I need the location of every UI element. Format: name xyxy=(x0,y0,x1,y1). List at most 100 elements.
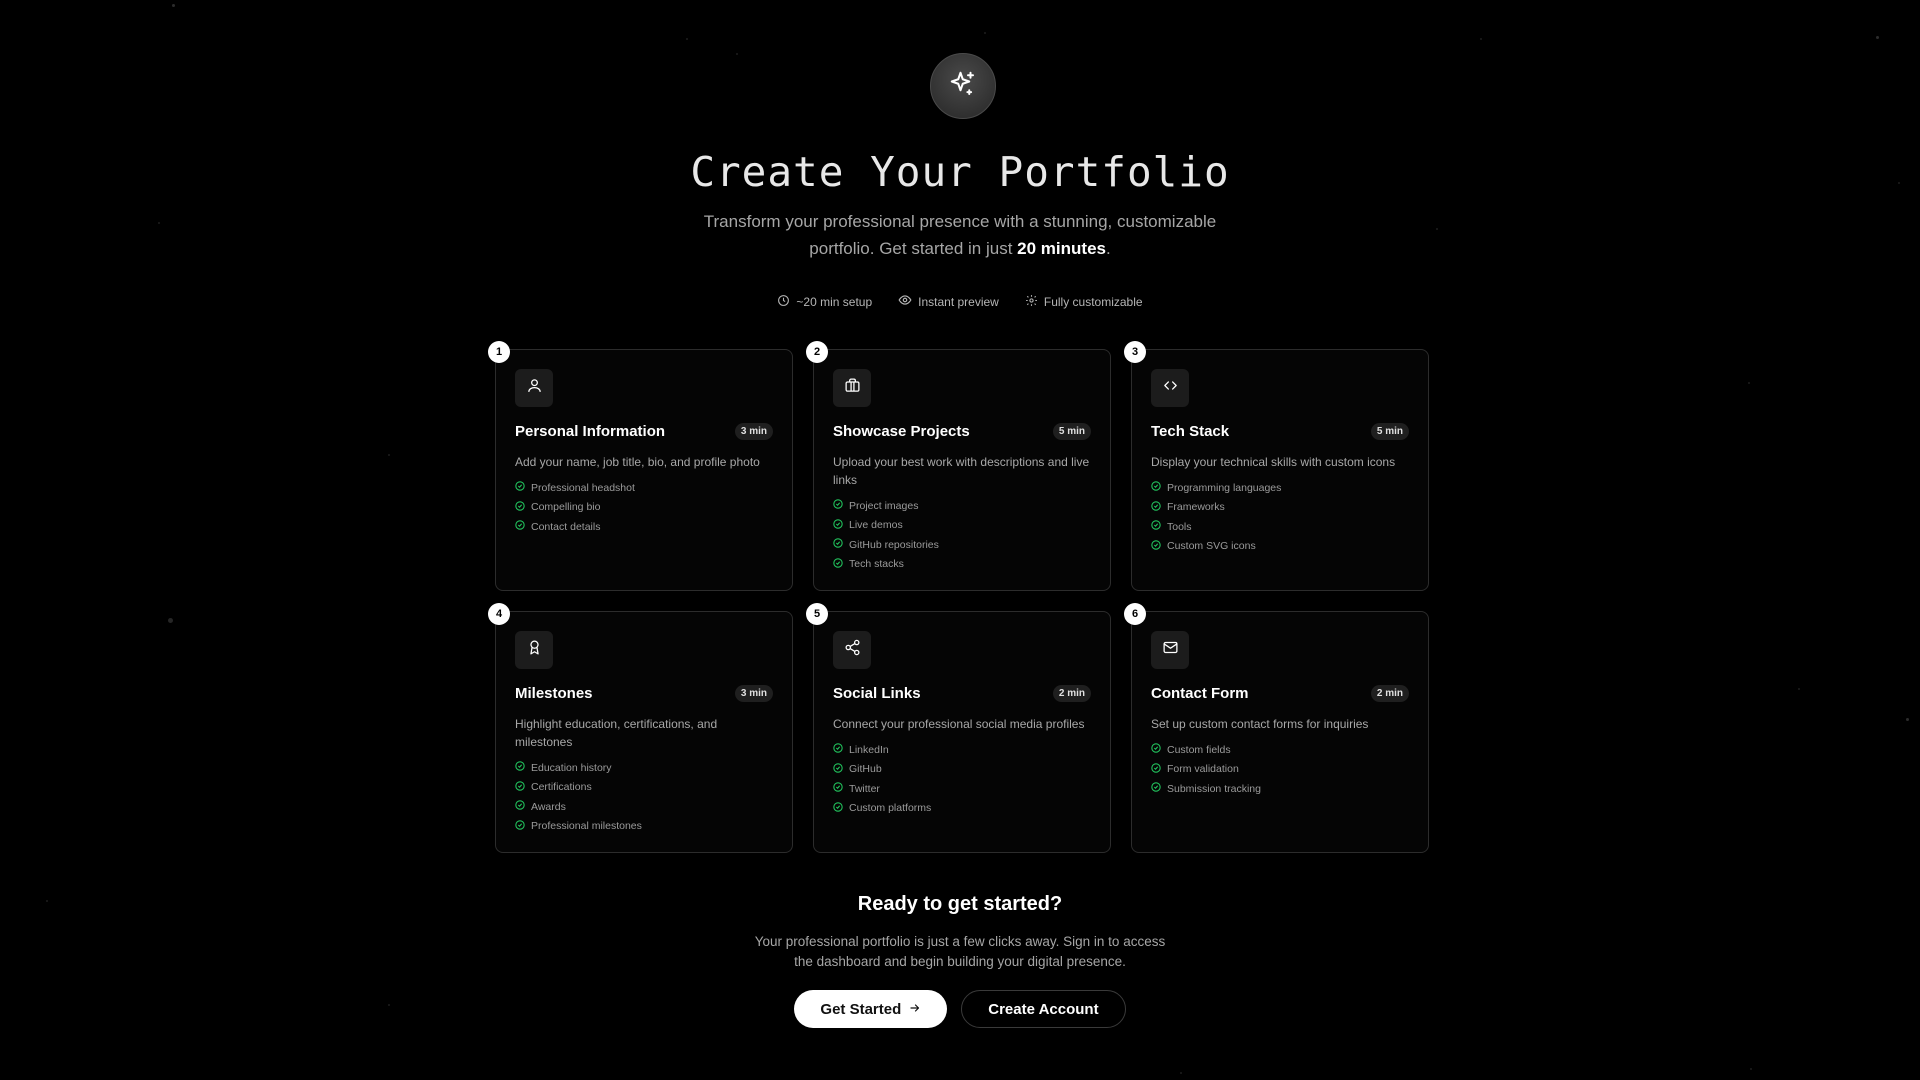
step-time-badge: 2 min xyxy=(1052,685,1091,702)
feature-item: Form validation xyxy=(1151,760,1409,780)
feature-label: Programming languages xyxy=(1167,481,1282,494)
feature-label: Compelling bio xyxy=(531,501,601,514)
feature-item: GitHub xyxy=(833,760,1091,780)
check-circle-icon xyxy=(515,761,525,774)
step-card-showcase-projects[interactable]: 2 Showcase Projects 5 min Upload your be… xyxy=(806,341,1111,591)
step-description: Set up custom contact forms for inquirie… xyxy=(1151,717,1369,731)
step-description: Highlight education, certifications, and… xyxy=(515,717,718,749)
step-card-personal-information[interactable]: 1 Personal Information 3 min Add your na… xyxy=(488,341,793,591)
step-description: Connect your professional social media p… xyxy=(833,717,1085,731)
feature-label: Tech stacks xyxy=(849,558,904,571)
create-account-button[interactable]: Create Account xyxy=(961,990,1126,1028)
feature-item: Tech stacks xyxy=(833,555,1091,575)
feature-list: Programming languages Frameworks Tools C… xyxy=(1151,478,1409,556)
eye-icon xyxy=(898,293,912,310)
check-circle-icon xyxy=(1151,743,1161,756)
sparkles-icon xyxy=(948,69,978,104)
feature-item: Custom SVG icons xyxy=(1151,537,1409,557)
feature-list: Project images Live demos GitHub reposit… xyxy=(833,496,1091,574)
feature-item: Custom platforms xyxy=(833,799,1091,819)
step-icon-box xyxy=(833,369,871,407)
feature-label: GitHub repositories xyxy=(849,538,939,551)
feature-label: Education history xyxy=(531,761,612,774)
feature-label: Tools xyxy=(1167,520,1192,533)
briefcase-icon xyxy=(844,377,861,399)
step-card-social-links[interactable]: 5 Social Links 2 min Connect your profes… xyxy=(806,603,1111,853)
feature-item: LinkedIn xyxy=(833,740,1091,760)
check-circle-icon xyxy=(515,800,525,813)
feature-item: Compelling bio xyxy=(515,498,773,518)
check-circle-icon xyxy=(515,520,525,533)
step-number-badge: 5 xyxy=(806,603,828,625)
feature-list: Custom fields Form validation Submission… xyxy=(1151,740,1409,799)
step-title: Tech Stack xyxy=(1151,423,1230,440)
step-title: Social Links xyxy=(833,685,921,702)
subtitle-tail: . xyxy=(1105,239,1111,258)
get-started-button[interactable]: Get Started xyxy=(794,990,948,1028)
subtitle-emphasis: 20 minutes xyxy=(1017,239,1106,258)
feature-item: Custom fields xyxy=(1151,740,1409,760)
feature-label: Contact details xyxy=(531,520,601,533)
step-card-milestones[interactable]: 4 Milestones 3 min Highlight education, … xyxy=(488,603,793,853)
step-time-badge: 2 min xyxy=(1370,685,1409,702)
feature-list: Professional headshot Compelling bio Con… xyxy=(515,478,773,537)
user-icon xyxy=(526,377,543,399)
step-time-badge: 3 min xyxy=(734,423,773,440)
subtitle-lead: Transform your professional presence wit… xyxy=(703,212,1217,258)
meta-customizable: Fully customizable xyxy=(1025,293,1143,310)
step-title: Contact Form xyxy=(1151,685,1249,702)
step-time-badge: 5 min xyxy=(1370,423,1409,440)
check-circle-icon xyxy=(1151,501,1161,514)
feature-label: Custom SVG icons xyxy=(1167,540,1256,553)
page-subtitle: Transform your professional presence wit… xyxy=(680,208,1240,262)
award-icon xyxy=(526,639,543,661)
step-icon-box xyxy=(1151,631,1189,669)
step-time-badge: 5 min xyxy=(1052,423,1091,440)
feature-list: LinkedIn GitHub Twitter Custom platforms xyxy=(833,740,1091,818)
feature-item: Twitter xyxy=(833,779,1091,799)
step-card-contact-form[interactable]: 6 Contact Form 2 min Set up custom conta… xyxy=(1124,603,1429,853)
check-circle-icon xyxy=(833,499,843,512)
feature-list: Education history Certifications Awards … xyxy=(515,758,773,836)
feature-label: Custom platforms xyxy=(849,802,932,815)
check-circle-icon xyxy=(515,481,525,494)
feature-item: Submission tracking xyxy=(1151,779,1409,799)
check-circle-icon xyxy=(833,743,843,756)
step-icon-box xyxy=(1151,369,1189,407)
check-circle-icon xyxy=(515,820,525,833)
feature-label: Project images xyxy=(849,499,919,512)
arrow-right-icon xyxy=(909,1001,921,1018)
meta-instant-preview: Instant preview xyxy=(898,293,999,310)
check-circle-icon xyxy=(1151,481,1161,494)
step-number-badge: 1 xyxy=(488,341,510,363)
feature-label: Professional headshot xyxy=(531,481,635,494)
feature-item: Frameworks xyxy=(1151,498,1409,518)
feature-label: Submission tracking xyxy=(1167,782,1261,795)
feature-label: Frameworks xyxy=(1167,501,1225,514)
step-number-badge: 2 xyxy=(806,341,828,363)
meta-row: ~20 min setup Instant preview Fully cust… xyxy=(0,293,1920,310)
cta-buttons: Get Started Create Account xyxy=(0,990,1920,1028)
feature-item: Certifications xyxy=(515,778,773,798)
step-icon-box xyxy=(515,369,553,407)
feature-label: GitHub xyxy=(849,763,882,776)
check-circle-icon xyxy=(833,802,843,815)
cta-text: Your professional portfolio is just a fe… xyxy=(754,934,1166,969)
step-title: Milestones xyxy=(515,685,593,702)
check-circle-icon xyxy=(833,763,843,776)
steps-grid: 1 Personal Information 3 min Add your na… xyxy=(488,341,1430,853)
feature-label: Awards xyxy=(531,800,566,813)
meta-label: ~20 min setup xyxy=(796,294,873,309)
get-started-label: Get Started xyxy=(820,1000,902,1018)
step-title: Personal Information xyxy=(515,423,666,440)
check-circle-icon xyxy=(833,782,843,795)
feature-label: Certifications xyxy=(531,781,592,794)
feature-item: Contact details xyxy=(515,517,773,537)
check-circle-icon xyxy=(833,519,843,532)
feature-item: Professional headshot xyxy=(515,478,773,498)
feature-item: Education history xyxy=(515,758,773,778)
feature-item: Live demos xyxy=(833,516,1091,536)
code-icon xyxy=(1162,377,1179,399)
step-card-tech-stack[interactable]: 3 Tech Stack 5 min Display your technica… xyxy=(1124,341,1429,591)
meta-label: Fully customizable xyxy=(1043,294,1143,309)
